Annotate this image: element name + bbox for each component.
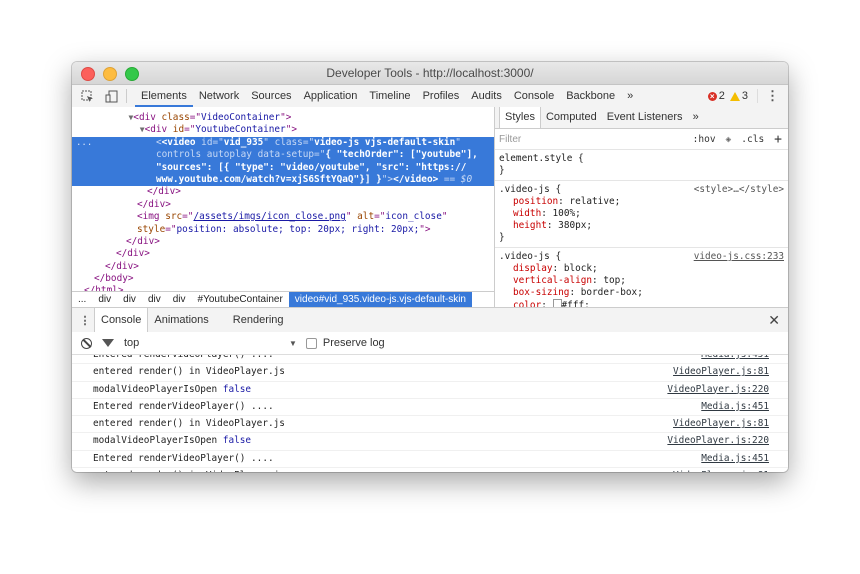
toolbar-divider — [126, 89, 127, 103]
tab-console[interactable]: Console — [508, 85, 560, 107]
context-selector[interactable]: top — [124, 337, 289, 349]
dom-node-img-style[interactable]: style="position: absolute; top: 20px; ri… — [72, 224, 494, 236]
message-source-link[interactable]: VideoPlayer.js:81 — [673, 468, 769, 472]
message-source-link[interactable]: VideoPlayer.js:220 — [667, 433, 769, 449]
console-message[interactable]: entered render() in VideoPlayer.jsVideoP… — [72, 416, 788, 434]
dom-tree: ▼<div class="VideoContainer"> ▼<div id="… — [72, 107, 495, 307]
style-rule-video-js-css[interactable]: .video-js { video-js.css:233 display: bl… — [495, 248, 788, 307]
console-toolbar: top ▼ Preserve log — [72, 332, 788, 355]
minimize-window-button[interactable] — [103, 67, 117, 81]
tab-timeline[interactable]: Timeline — [363, 85, 416, 107]
new-style-rule-button[interactable]: + — [774, 132, 782, 147]
tab-network[interactable]: Network — [193, 85, 245, 107]
class-toggle[interactable]: .cls — [741, 134, 764, 145]
preserve-log-checkbox[interactable] — [305, 337, 317, 349]
breadcrumb-item[interactable]: div — [167, 292, 192, 307]
breadcrumb: ... div div div div #YoutubeContainer vi… — [72, 291, 494, 307]
dom-close-body[interactable]: </body> — [72, 273, 494, 285]
window-title: Developer Tools - http://localhost:3000/ — [326, 66, 534, 80]
context-dropdown-icon[interactable]: ▼ — [289, 339, 297, 348]
console-message[interactable]: entered render() in VideoPlayer.jsVideoP… — [72, 468, 788, 472]
elements-panel: ▼<div class="VideoContainer"> ▼<div id="… — [72, 107, 788, 307]
drawer-tab-animations[interactable]: Animations — [148, 308, 214, 332]
console-message[interactable]: Entered renderVideoPlayer() ....Media.js… — [72, 451, 788, 469]
dom-node-img[interactable]: <img src="/assets/imgs/icon_close.png" a… — [72, 211, 494, 223]
tab-profiles[interactable]: Profiles — [417, 85, 466, 107]
tab-sources[interactable]: Sources — [245, 85, 297, 107]
console-message[interactable]: modalVideoPlayerIsOpen false VideoPlayer.… — [72, 382, 788, 399]
message-source-link[interactable]: VideoPlayer.js:81 — [673, 416, 769, 432]
preserve-log-label[interactable]: Preserve log — [323, 337, 385, 349]
style-rule-element[interactable]: element.style { } — [495, 150, 788, 181]
styles-sidebar: Styles Computed Event Listeners » Filter… — [495, 107, 788, 307]
console-message[interactable]: entered render() in VideoPlayer.jsVideoP… — [72, 364, 788, 382]
color-swatch[interactable] — [552, 299, 562, 307]
drawer-menu-icon[interactable]: ⋮ — [76, 314, 94, 327]
dom-close-div[interactable]: </div> — [72, 199, 494, 211]
close-drawer-icon[interactable]: ✕ — [768, 308, 780, 332]
message-source-link[interactable]: VideoPlayer.js:220 — [667, 382, 769, 398]
sidebar-tabs: Styles Computed Event Listeners » — [495, 107, 788, 129]
dom-close-div[interactable]: </div> — [72, 236, 494, 248]
dom-node-videocontainer[interactable]: ▼<div class="VideoContainer"> — [72, 112, 494, 124]
breadcrumb-more[interactable]: ... — [72, 292, 92, 307]
device-mode-icon[interactable] — [102, 87, 120, 105]
style-rule-video-js-inline[interactable]: .video-js { <style>…</style> position: r… — [495, 181, 788, 248]
main-toolbar: Elements Network Sources Application Tim… — [72, 85, 788, 108]
error-count[interactable]: 2 — [719, 90, 725, 102]
console-message[interactable]: Entered renderVideoPlayer() ....Media.js… — [72, 399, 788, 417]
message-source-link[interactable]: Media.js:451 — [701, 451, 769, 467]
filter-icon[interactable] — [102, 339, 114, 347]
customize-menu-button[interactable]: ⋮ — [757, 89, 779, 103]
breadcrumb-item[interactable]: div — [92, 292, 117, 307]
message-source-link[interactable]: VideoPlayer.js:81 — [673, 364, 769, 380]
breadcrumb-item-selected[interactable]: video#vid_935.video-js.vjs-default-skin — [288, 292, 472, 307]
breadcrumb-item[interactable]: div — [117, 292, 142, 307]
title-bar: Developer Tools - http://localhost:3000/ — [72, 62, 788, 85]
drawer-tab-rendering[interactable]: Rendering — [227, 308, 290, 332]
tab-event-listeners[interactable]: Event Listeners — [602, 107, 688, 128]
error-icon[interactable]: × — [707, 91, 717, 101]
dom-node-video-selected[interactable]: ... <<video id="vid_935" class="video-js… — [72, 136, 494, 187]
message-source-link[interactable]: Media.js:451 — [701, 399, 769, 415]
console-messages: Entered renderVideoPlayer() ....Media.js… — [72, 355, 788, 472]
drawer-toolbar: ⋮ Console Animations Rendering ✕ — [72, 307, 788, 333]
zoom-window-button[interactable] — [125, 67, 139, 81]
styles-filter-input[interactable]: Filter :hov ◈ .cls + — [495, 129, 788, 150]
tab-computed[interactable]: Computed — [541, 107, 602, 128]
console-message[interactable]: modalVideoPlayerIsOpen false VideoPlayer.… — [72, 433, 788, 451]
tab-elements[interactable]: Elements — [135, 85, 193, 107]
breadcrumb-item[interactable]: #YoutubeContainer — [192, 292, 289, 307]
tab-application[interactable]: Application — [298, 85, 364, 107]
color-format-icon[interactable]: ◈ — [726, 134, 732, 145]
message-source-link[interactable]: Media.js:451 — [701, 355, 769, 363]
devtools-window: Developer Tools - http://localhost:3000/… — [72, 62, 788, 472]
toolbar-status: × 2 3 ⋮ — [707, 85, 788, 107]
hover-state-toggle[interactable]: :hov — [693, 134, 716, 145]
window-controls — [81, 67, 139, 81]
dom-close-div[interactable]: </div> — [72, 248, 494, 260]
clear-console-icon[interactable] — [81, 337, 92, 349]
warning-count[interactable]: 3 — [742, 90, 748, 102]
style-source-link[interactable]: video-js.css:233 — [694, 251, 784, 263]
warning-icon[interactable] — [729, 91, 740, 101]
console-message[interactable]: Entered renderVideoPlayer() ....Media.js… — [72, 355, 788, 365]
drawer-tab-console[interactable]: Console — [94, 308, 149, 332]
tab-styles[interactable]: Styles — [499, 107, 541, 128]
inspect-element-icon[interactable] — [78, 87, 96, 105]
img-src-link[interactable]: /assets/imgs/icon_close.png — [193, 211, 345, 222]
tab-backbone[interactable]: Backbone — [560, 85, 621, 107]
more-tabs-button[interactable]: » — [621, 85, 639, 107]
style-source[interactable]: <style>…</style> — [694, 184, 784, 196]
sidebar-more-tabs-button[interactable]: » — [688, 107, 704, 128]
dom-close-div[interactable]: </div> — [72, 261, 494, 273]
breadcrumb-item[interactable]: div — [142, 292, 167, 307]
dom-node-youtubecontainer[interactable]: ▼<div id="YoutubeContainer"> — [72, 124, 494, 136]
dom-close-div[interactable]: </div> — [72, 186, 494, 198]
tab-audits[interactable]: Audits — [465, 85, 508, 107]
close-window-button[interactable] — [81, 67, 95, 81]
